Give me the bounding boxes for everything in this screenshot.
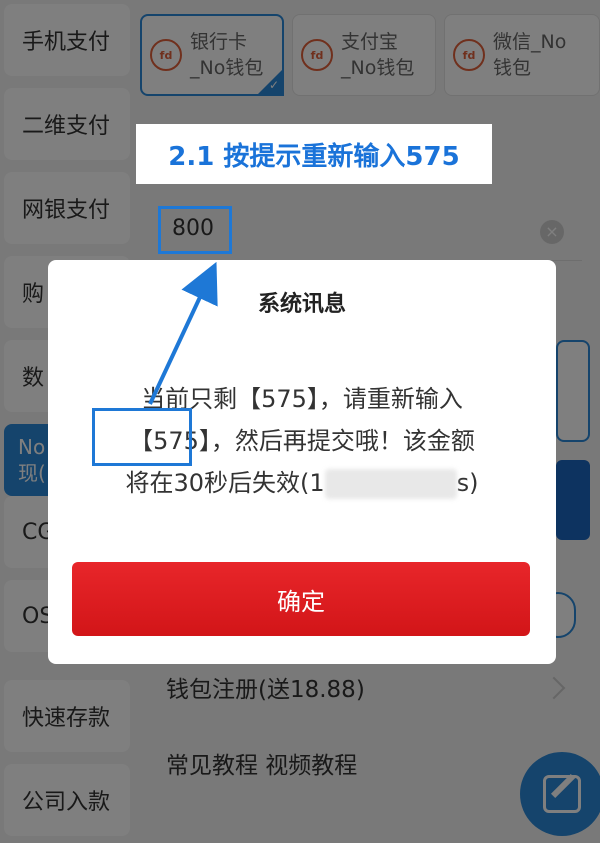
annotation-arrow [148,261,218,405]
